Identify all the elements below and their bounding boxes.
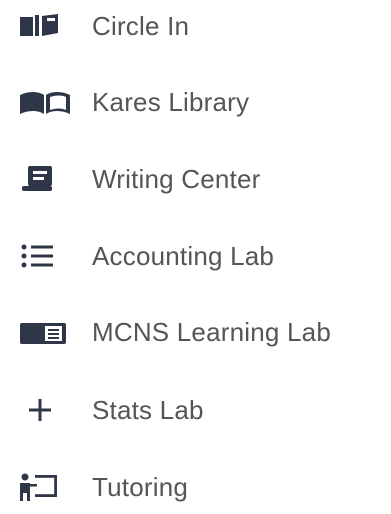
menu-item-label: MCNS Learning Lab xyxy=(92,317,331,347)
tutor-icon xyxy=(18,468,72,508)
resources-menu: Circle In Kares Library Writing Center A… xyxy=(0,0,391,505)
menu-item-mcns-learning-lab[interactable]: MCNS Learning Lab xyxy=(0,307,391,359)
book-icon xyxy=(18,6,72,46)
menu-item-label: Circle In xyxy=(92,11,190,41)
menu-item-label: Kares Library xyxy=(92,87,250,117)
menu-item-label: Accounting Lab xyxy=(92,241,275,271)
menu-item-label: Stats Lab xyxy=(92,395,204,425)
menu-item-circle-in[interactable]: Circle In xyxy=(0,0,391,52)
menu-item-writing-center[interactable]: Writing Center xyxy=(0,153,391,205)
menu-item-accounting-lab[interactable]: Accounting Lab xyxy=(0,230,391,282)
menu-item-label: Tutoring xyxy=(92,472,189,502)
list-icon xyxy=(18,236,72,276)
open-book-icon xyxy=(18,83,72,123)
notebook-icon xyxy=(18,313,72,353)
menu-item-kares-library[interactable]: Kares Library xyxy=(0,77,391,129)
menu-item-tutoring[interactable]: Tutoring xyxy=(0,462,391,514)
scroll-icon xyxy=(18,159,72,199)
menu-item-label: Writing Center xyxy=(92,164,261,194)
menu-item-stats-lab[interactable]: Stats Lab xyxy=(0,384,391,436)
plus-icon xyxy=(18,390,72,430)
